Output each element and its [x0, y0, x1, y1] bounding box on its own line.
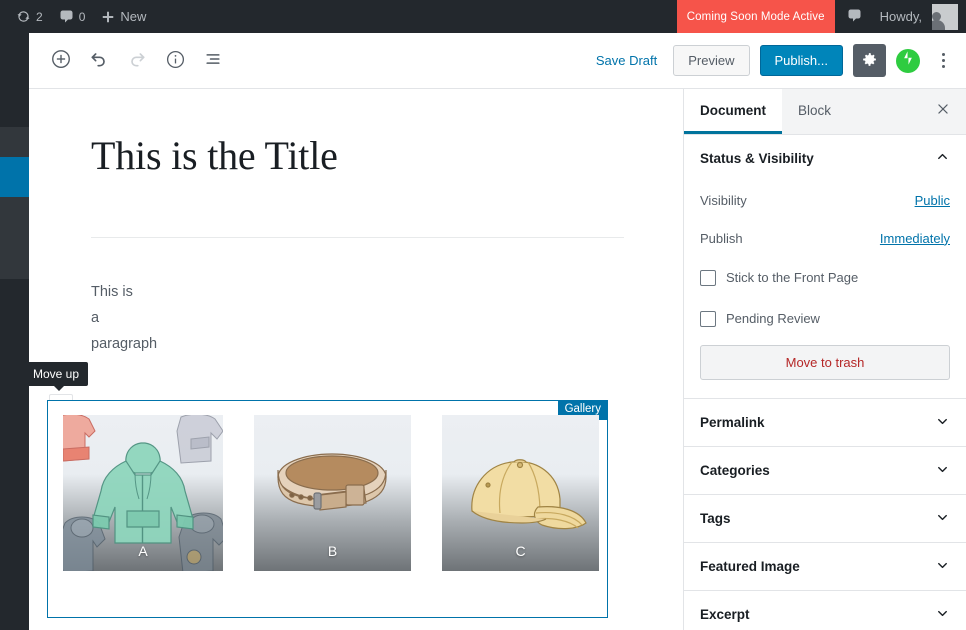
sidebar-tabs: Document Block	[684, 89, 966, 135]
gallery-image-row: A B C	[63, 415, 599, 571]
coming-soon-badge[interactable]: Coming Soon Mode Active	[676, 0, 835, 33]
sidebar-section-excerpt[interactable]: Excerpt	[684, 591, 966, 630]
admin-bar-comments[interactable]: 0	[51, 0, 94, 33]
editor-toolbar-right: Save Draft Preview Publish...	[590, 44, 966, 77]
wordpress-block-editor: 2 0 New Coming Soon Mode Active Howdy, S…	[0, 0, 966, 630]
status-visibility-panel-header[interactable]: Status & Visibility	[684, 135, 966, 181]
admin-bar-avatar-wrap[interactable]	[932, 0, 966, 33]
user-avatar-icon	[932, 3, 958, 30]
sidebar-section-permalink[interactable]: Permalink	[684, 399, 966, 447]
gallery-caption: C	[515, 543, 526, 559]
admin-menu-top-segment	[0, 33, 29, 127]
wp-admin-bar: 2 0 New Coming Soon Mode Active Howdy,	[0, 0, 966, 33]
visibility-row: Visibility Public	[684, 181, 966, 219]
add-block-button[interactable]	[43, 43, 79, 79]
tab-block[interactable]: Block	[782, 89, 847, 134]
pending-review-checkbox-row[interactable]: Pending Review	[684, 298, 966, 339]
preview-button[interactable]: Preview	[673, 45, 750, 76]
visibility-value-button[interactable]: Public	[915, 193, 950, 208]
publish-value-button[interactable]: Immediately	[880, 231, 950, 246]
block-navigation-button[interactable]	[195, 43, 231, 79]
gallery-item[interactable]: B	[254, 415, 411, 571]
close-icon	[936, 102, 950, 121]
plus-icon	[101, 10, 115, 24]
admin-bar-left-group: 2 0 New	[0, 0, 154, 33]
redo-button[interactable]	[119, 43, 155, 79]
paragraph-line: paragraph	[91, 336, 158, 352]
chevron-down-icon	[935, 606, 950, 624]
tab-document[interactable]: Document	[684, 89, 783, 134]
admin-bar-new-label: New	[120, 9, 147, 24]
move-to-trash-wrap: Move to trash	[684, 339, 966, 398]
gallery-item[interactable]: A	[63, 415, 223, 571]
publish-button[interactable]: Publish...	[759, 45, 843, 76]
settings-toggle-button[interactable]	[853, 44, 886, 77]
updates-count: 2	[36, 9, 43, 24]
undo-button[interactable]	[81, 43, 117, 79]
settings-sidebar: Document Block Status & Visibility Visib…	[683, 89, 966, 630]
admin-menu-current-item[interactable]	[0, 157, 29, 197]
pending-review-checkbox[interactable]	[700, 310, 716, 327]
section-label: Permalink	[700, 415, 765, 430]
publish-label: Publish	[700, 230, 743, 246]
sticky-checkbox-label: Stick to the Front Page	[726, 270, 859, 285]
gallery-item[interactable]: C	[442, 415, 599, 571]
paragraph-block[interactable]: This is a paragraph	[91, 279, 491, 357]
admin-bar-right-group: Coming Soon Mode Active Howdy,	[676, 0, 966, 33]
wp-admin-menu-strip[interactable]	[0, 33, 37, 630]
chevron-down-icon	[935, 414, 950, 432]
post-title[interactable]: This is the Title	[91, 132, 631, 180]
sidebar-section-tags[interactable]: Tags	[684, 495, 966, 543]
gear-icon	[861, 51, 878, 71]
admin-bar-new[interactable]: New	[93, 0, 154, 33]
comment-bubble-icon	[59, 9, 74, 24]
editor-toolbar: Save Draft Preview Publish...	[29, 33, 966, 89]
move-up-tooltip: Move up	[24, 362, 89, 391]
chevron-down-icon	[935, 462, 950, 480]
close-sidebar-button[interactable]	[920, 89, 966, 134]
publish-row: Publish Immediately	[684, 219, 966, 257]
undo-arrow-icon	[89, 49, 109, 72]
paragraph-line: a	[91, 310, 100, 326]
block-navigation-icon	[203, 49, 223, 72]
title-divider	[91, 237, 624, 238]
editor-toolbar-left	[29, 43, 231, 79]
paragraph-line: This is	[91, 284, 133, 300]
jetpack-button[interactable]	[896, 48, 920, 73]
admin-bar-comment-flag[interactable]	[835, 0, 874, 33]
admin-bar-spacer	[154, 0, 676, 33]
sticky-checkbox[interactable]	[700, 269, 716, 286]
section-label: Featured Image	[700, 559, 800, 574]
admin-menu-bottom-segment	[0, 279, 29, 630]
chevron-down-icon	[935, 558, 950, 576]
comment-bubble-icon	[847, 8, 862, 26]
gallery-block[interactable]: Gallery A B C	[47, 400, 608, 618]
jetpack-icon	[900, 50, 916, 71]
updates-icon	[16, 9, 31, 24]
admin-bar-howdy[interactable]: Howdy,	[874, 0, 932, 33]
visibility-label: Visibility	[700, 192, 747, 208]
status-visibility-title: Status & Visibility	[700, 150, 814, 166]
ellipsis-vertical-icon	[941, 53, 945, 56]
gallery-caption: B	[327, 543, 338, 559]
sidebar-section-categories[interactable]: Categories	[684, 447, 966, 495]
plus-circle-icon	[50, 48, 72, 73]
sticky-checkbox-row[interactable]: Stick to the Front Page	[684, 257, 966, 298]
move-to-trash-button[interactable]: Move to trash	[700, 345, 950, 380]
gallery-caption: A	[138, 543, 148, 559]
section-label: Tags	[700, 511, 731, 526]
content-info-button[interactable]	[157, 43, 193, 79]
section-label: Excerpt	[700, 607, 750, 622]
chevron-down-icon	[935, 510, 950, 528]
chevron-up-icon	[935, 149, 950, 167]
admin-bar-updates[interactable]: 2	[8, 0, 51, 33]
more-menu-button[interactable]	[930, 44, 956, 77]
section-label: Categories	[700, 463, 770, 478]
save-draft-button[interactable]: Save Draft	[590, 47, 663, 74]
info-circle-icon	[165, 49, 186, 73]
redo-arrow-icon	[127, 49, 147, 72]
comments-count: 0	[78, 9, 86, 24]
pending-review-checkbox-label: Pending Review	[726, 311, 820, 326]
sidebar-section-featured-image[interactable]: Featured Image	[684, 543, 966, 591]
